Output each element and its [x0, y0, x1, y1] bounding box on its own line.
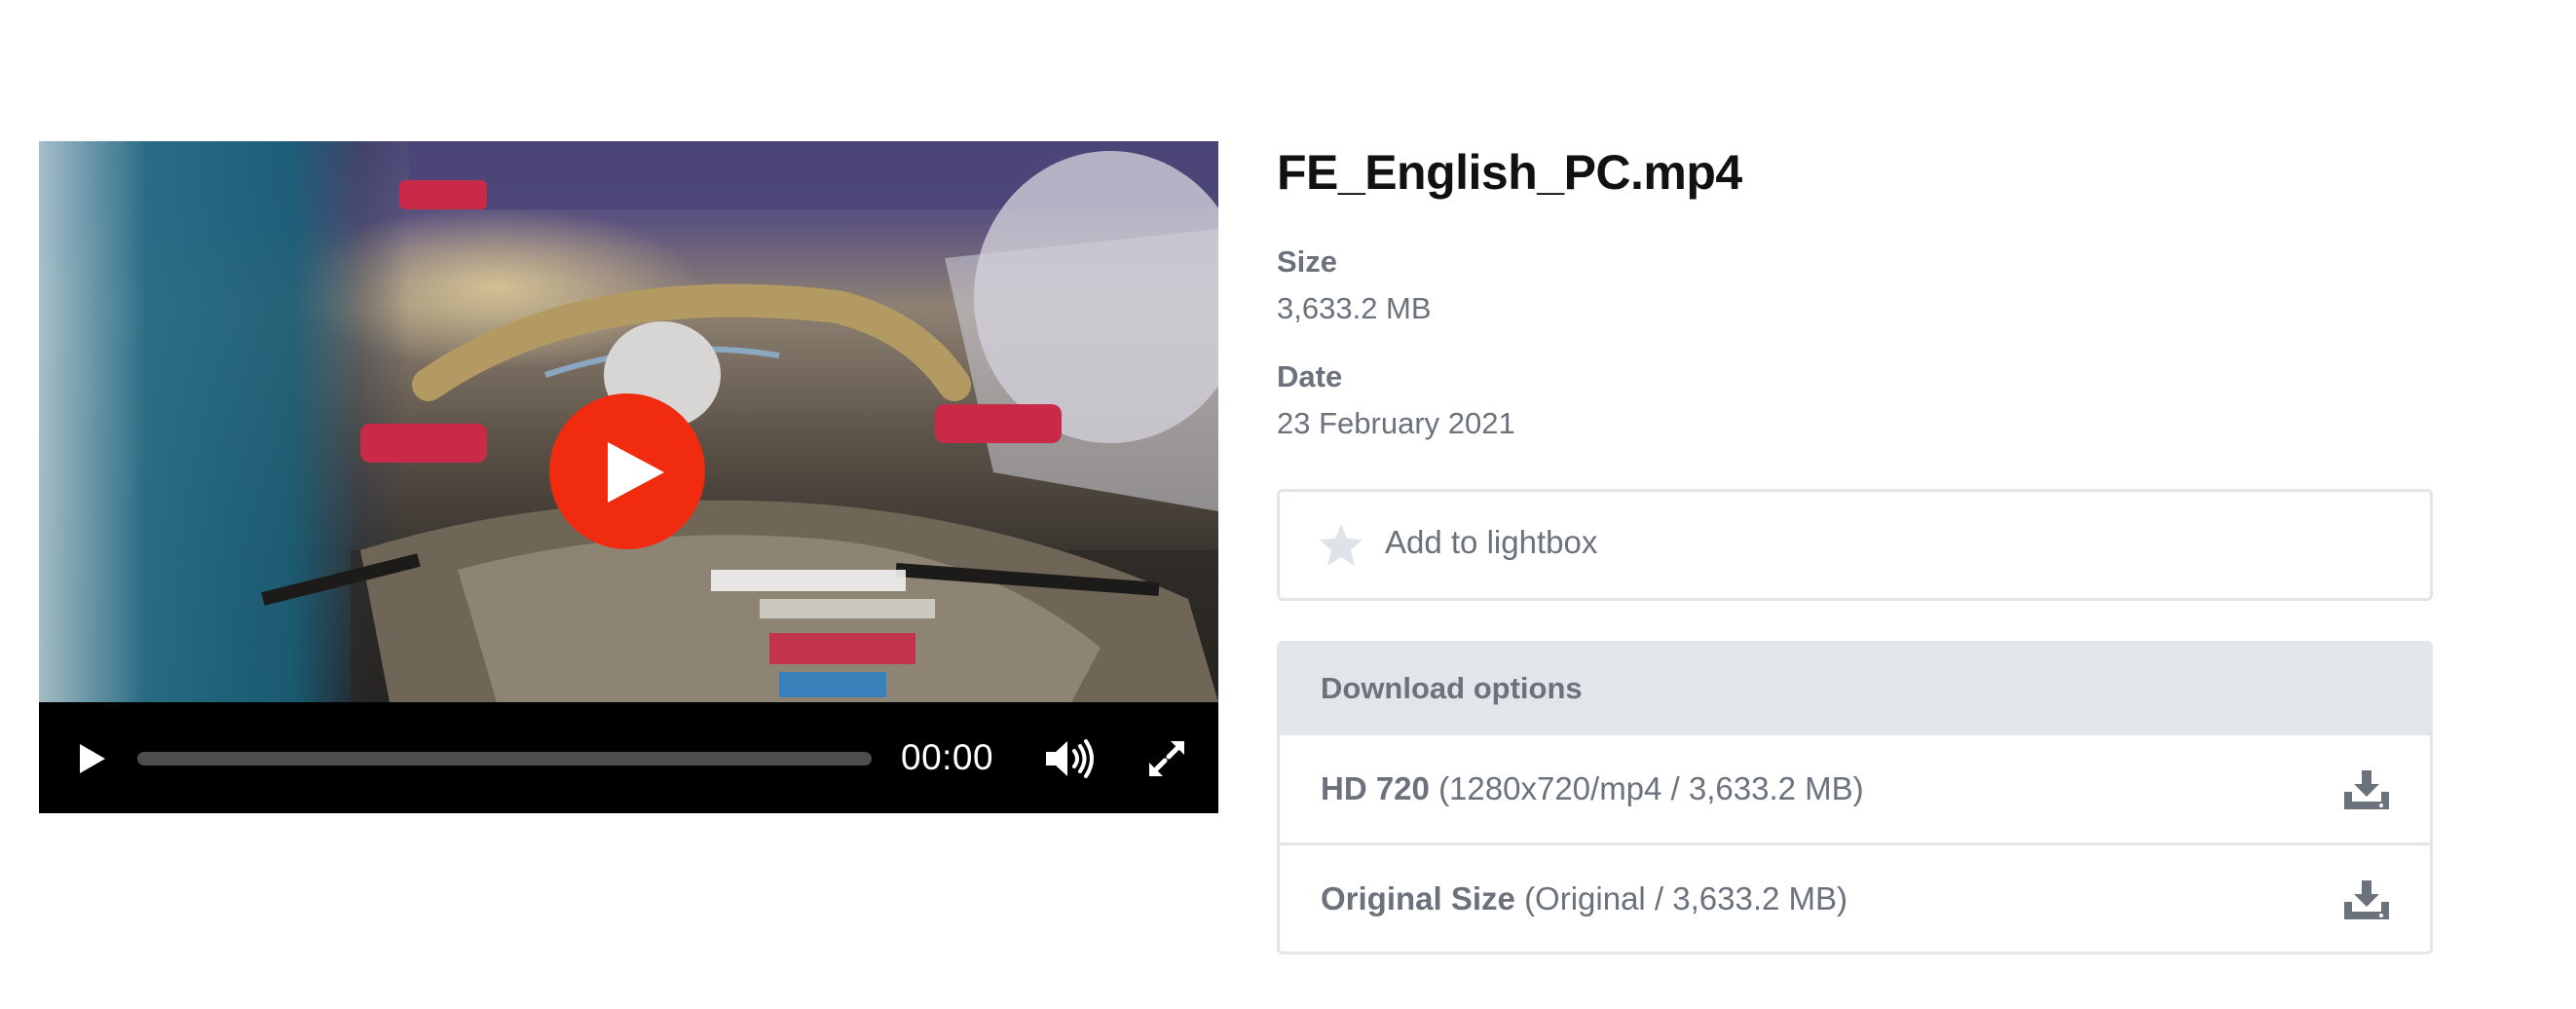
file-title: FE_English_PC.mp4 [1277, 145, 1742, 200]
download-option-name: Original Size [1321, 880, 1515, 916]
download-icon[interactable] [2342, 878, 2391, 921]
size-label: Size [1277, 244, 1338, 279]
download-option-text: HD 720 (1280x720/mp4 / 3,633.2 MB) [1321, 770, 1864, 807]
fullscreen-button[interactable] [1145, 737, 1188, 780]
size-value: 3,633.2 MB [1277, 291, 1432, 325]
progress-bar[interactable] [137, 752, 872, 766]
play-toggle-button[interactable] [72, 739, 111, 778]
add-to-lightbox-label: Add to lightbox [1385, 524, 1598, 560]
add-to-lightbox-button[interactable]: Add to lightbox [1277, 489, 2433, 601]
download-option-detail: (Original / 3,633.2 MB) [1524, 880, 1848, 916]
download-icon[interactable] [2342, 768, 2391, 811]
download-option-detail: (1280x720/mp4 / 3,633.2 MB) [1438, 770, 1864, 806]
volume-icon [1046, 739, 1094, 778]
play-icon [608, 442, 664, 503]
video-thumbnail[interactable] [39, 141, 1218, 702]
download-option-hd-720[interactable]: HD 720 (1280x720/mp4 / 3,633.2 MB) [1280, 732, 2430, 842]
video-player: 00:00 [39, 141, 1218, 813]
download-options-header: Download options [1280, 644, 2430, 732]
player-controls: 00:00 [39, 702, 1218, 813]
volume-button[interactable] [1044, 737, 1097, 780]
play-icon [80, 744, 105, 773]
download-option-text: Original Size (Original / 3,633.2 MB) [1321, 880, 1848, 917]
download-option-original-size[interactable]: Original Size (Original / 3,633.2 MB) [1280, 842, 2430, 952]
date-value: 23 February 2021 [1277, 406, 1515, 440]
date-label: Date [1277, 359, 1343, 393]
current-time: 00:00 [901, 737, 994, 777]
download-options-panel: Download options HD 720 (1280x720/mp4 / … [1277, 641, 2433, 954]
star-icon [1320, 524, 1363, 566]
asset-detail-page: 00:00 FE_English_PC.mp4 Size 3,633.2 MB … [0, 0, 2576, 1009]
fullscreen-icon [1149, 741, 1184, 776]
big-play-button[interactable] [549, 393, 705, 549]
download-option-name: HD 720 [1321, 770, 1430, 806]
